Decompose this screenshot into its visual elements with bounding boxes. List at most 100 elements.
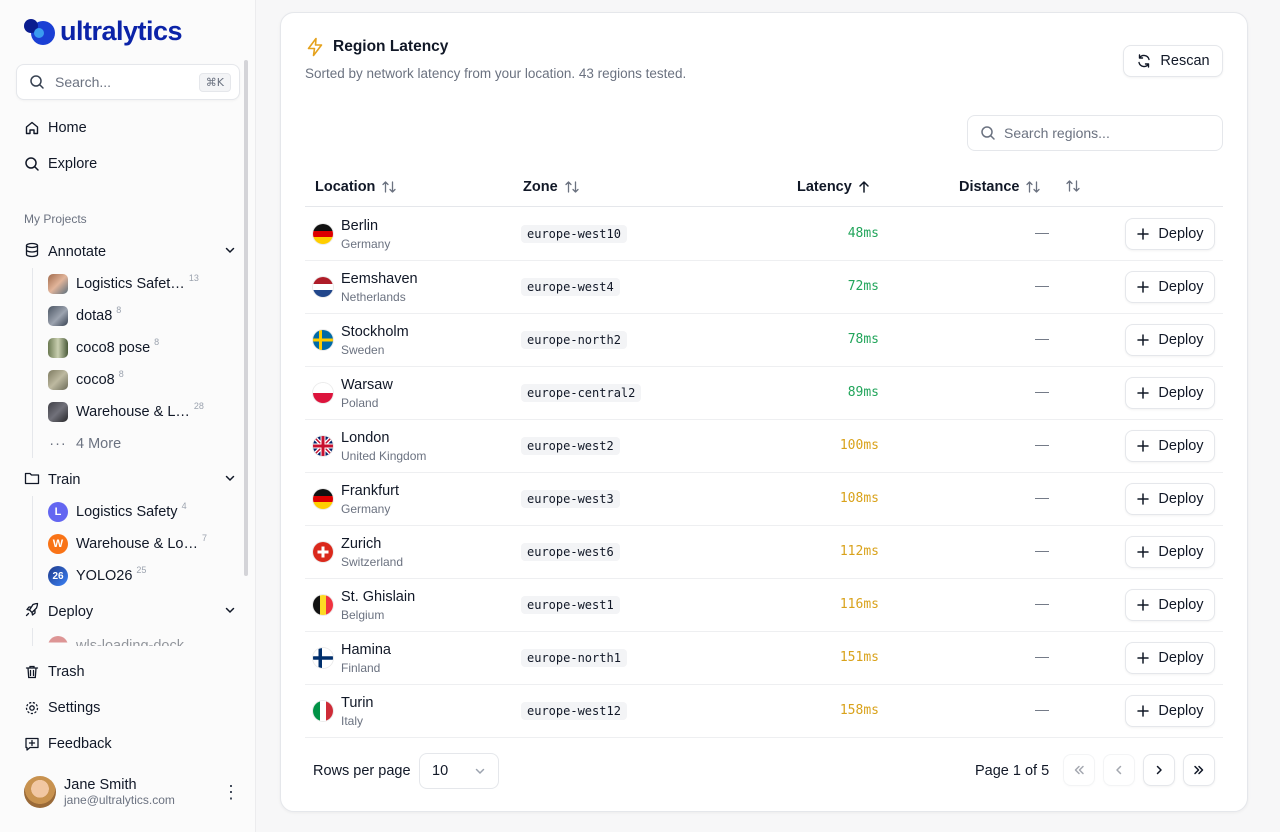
previous-page-button[interactable] (1103, 754, 1135, 786)
column-extra-sort[interactable] (1065, 179, 1081, 193)
train-item[interactable]: 26 YOLO26 25 (48, 564, 146, 588)
card-header: Region Latency (305, 37, 448, 57)
chevron-right-icon (1156, 765, 1162, 775)
group-annotate[interactable]: Annotate (24, 240, 236, 264)
train-item-label: Warehouse & Lo… (76, 536, 198, 552)
deploy-button[interactable]: Deploy (1125, 642, 1215, 674)
region-country: Netherlands (341, 290, 406, 304)
annotate-item-count: 28 (193, 401, 204, 411)
region-city: Warsaw (341, 377, 393, 393)
page-subtitle: Sorted by network latency from your loca… (305, 66, 687, 81)
sidebar-scrollbar[interactable] (244, 60, 248, 576)
user-profile[interactable]: Jane Smith jane@ultralytics.com ⋮ (24, 776, 240, 808)
first-page-button[interactable] (1063, 754, 1095, 786)
annotate-item[interactable]: dota8 8 (48, 304, 121, 328)
region-zone: europe-north1 (521, 649, 627, 667)
region-zone: europe-west1 (521, 596, 620, 614)
annotate-show-more[interactable]: ··· 4 More (48, 432, 121, 456)
deploy-label: Deploy (1158, 544, 1204, 560)
region-search-input[interactable] (1004, 125, 1204, 141)
nav-home[interactable]: Home (24, 116, 87, 140)
chevrons-left-icon (1074, 765, 1084, 775)
region-city: Frankfurt (341, 483, 400, 499)
region-distance: — (1035, 436, 1049, 452)
last-page-button[interactable] (1183, 754, 1215, 786)
region-distance: — (1035, 277, 1049, 293)
rescan-button[interactable]: Rescan (1123, 45, 1223, 77)
flag-icon (313, 277, 333, 297)
logo-icon (24, 18, 55, 45)
region-search[interactable] (967, 115, 1223, 151)
plus-icon (1137, 440, 1150, 452)
page-title: Region Latency (333, 38, 449, 55)
region-city: Turin (341, 695, 374, 711)
deploy-item-label: wls-loading-dock (76, 638, 184, 646)
refresh-icon (1138, 54, 1151, 68)
region-zone: europe-west6 (521, 543, 620, 561)
sidebar-search[interactable]: Search... ⌘K (16, 64, 240, 100)
chevron-down-icon (224, 604, 236, 620)
deploy-button[interactable]: Deploy (1125, 695, 1215, 727)
deploy-button[interactable]: Deploy (1125, 271, 1215, 303)
group-deploy[interactable]: Deploy (24, 600, 236, 624)
nav-trash[interactable]: Trash (24, 660, 85, 684)
dataset-thumbnail (48, 370, 68, 390)
gear-icon (24, 700, 40, 716)
more-vertical-icon[interactable]: ⋮ (222, 783, 240, 801)
nav-settings[interactable]: Settings (24, 696, 100, 720)
annotate-item[interactable]: Logistics Safet… 13 (48, 272, 199, 296)
annotate-item[interactable]: Warehouse & L… 28 (48, 400, 204, 424)
lightning-icon (307, 37, 323, 57)
sort-ascending-icon (859, 181, 869, 193)
region-latency: 116ms (839, 597, 879, 612)
plus-icon (1137, 546, 1150, 558)
nav-trash-label: Trash (48, 664, 85, 680)
chevron-down-icon (224, 472, 236, 488)
plus-icon (1137, 652, 1150, 664)
nav-explore[interactable]: Explore (24, 152, 97, 176)
deploy-button[interactable]: Deploy (1125, 483, 1215, 515)
deploy-button[interactable]: Deploy (1125, 430, 1215, 462)
next-page-button[interactable] (1143, 754, 1175, 786)
sidebar-search-placeholder: Search... (55, 74, 112, 90)
annotate-item-label: Warehouse & L… (76, 404, 190, 420)
rows-per-page-value: 10 (432, 763, 449, 779)
column-distance[interactable]: Distance (959, 179, 1041, 195)
train-item[interactable]: L Logistics Safety 4 (48, 500, 187, 524)
user-name: Jane Smith (64, 777, 137, 793)
region-zone: europe-west2 (521, 437, 620, 455)
deploy-button[interactable]: Deploy (1125, 377, 1215, 409)
annotate-item[interactable]: coco8 8 (48, 368, 124, 392)
train-item-count: 7 (201, 533, 207, 543)
region-country: Switzerland (341, 555, 404, 569)
deploy-item[interactable]: wls-loading-dock (48, 634, 184, 646)
nav-home-label: Home (48, 120, 87, 136)
chevron-down-icon (224, 244, 236, 260)
plus-icon (1137, 228, 1150, 240)
column-latency[interactable]: Latency (797, 179, 870, 195)
deploy-label: Deploy (1158, 703, 1204, 719)
deploy-button[interactable]: Deploy (1125, 589, 1215, 621)
rows-per-page-label: Rows per page (313, 763, 411, 779)
region-country: Germany (341, 237, 391, 251)
train-item[interactable]: W Warehouse & Lo… 7 (48, 532, 207, 556)
nav-feedback[interactable]: Feedback (24, 732, 112, 756)
region-country: Germany (341, 502, 391, 516)
deploy-button[interactable]: Deploy (1125, 536, 1215, 568)
feedback-icon (24, 736, 40, 752)
deploy-button[interactable]: Deploy (1125, 324, 1215, 356)
group-train[interactable]: Train (24, 468, 236, 492)
project-badge: 26 (48, 566, 68, 586)
region-latency: 151ms (839, 650, 879, 665)
tree-line (32, 628, 33, 646)
user-email: jane@ultralytics.com (64, 793, 175, 807)
annotate-item[interactable]: coco8 pose 8 (48, 336, 159, 360)
ultralytics-logo[interactable]: ultralytics (22, 16, 183, 47)
column-location[interactable]: Location (315, 179, 397, 195)
region-latency: 78ms (847, 332, 879, 347)
region-zone: europe-central2 (521, 384, 642, 402)
deploy-button[interactable]: Deploy (1125, 218, 1215, 250)
column-zone[interactable]: Zone (523, 179, 580, 195)
plus-icon (1137, 281, 1150, 293)
rows-per-page-select[interactable]: 10 (419, 753, 499, 789)
